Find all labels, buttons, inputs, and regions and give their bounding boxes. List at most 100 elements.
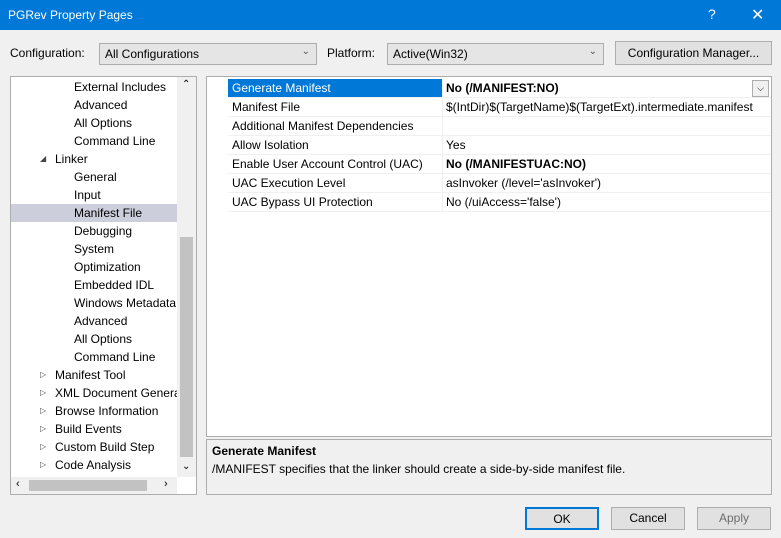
dropdown-chevron-icon[interactable]: ⌵ (752, 80, 769, 97)
expand-arrow-icon[interactable]: ▷ (40, 402, 46, 420)
tree-item[interactable]: Input (11, 186, 177, 204)
property-value[interactable]: asInvoker (/level='asInvoker') (443, 174, 771, 193)
close-button[interactable]: ✕ (751, 5, 764, 25)
tree-item[interactable]: Optimization (11, 258, 177, 276)
property-name[interactable]: UAC Bypass UI Protection (228, 193, 443, 212)
expand-arrow-icon[interactable]: ▷ (40, 420, 46, 438)
chevron-down-icon: ⌄ (301, 46, 310, 57)
tree-item-label: Advanced (74, 314, 128, 328)
row-gutter (207, 155, 228, 174)
tree-item-label: Command Line (74, 134, 156, 148)
configuration-combo[interactable]: All Configurations ⌄ (99, 43, 317, 65)
apply-button[interactable]: Apply (697, 507, 771, 530)
property-name[interactable]: UAC Execution Level (228, 174, 443, 193)
tree-item[interactable]: ▷ Manifest Tool (11, 366, 177, 384)
tree-item[interactable]: ▷ Browse Information (11, 402, 177, 420)
tree-item-label: Command Line (74, 350, 156, 364)
platform-label: Platform: (327, 46, 376, 60)
row-gutter (207, 98, 228, 117)
property-row[interactable]: Allow Isolation Yes (207, 136, 771, 155)
property-value[interactable]: No (/uiAccess='false') (443, 193, 771, 212)
scroll-left-icon[interactable]: ‹ (16, 478, 20, 490)
row-gutter (207, 193, 228, 212)
tree-item-label: External Includes (74, 80, 167, 94)
tree-item-label: Custom Build Step (55, 440, 155, 454)
tree-item[interactable]: Command Line (11, 348, 177, 366)
tree-item-label: Advanced (74, 98, 128, 112)
tree-item-label: General (74, 170, 117, 184)
property-row[interactable]: Enable User Account Control (UAC) No (/MA… (207, 155, 771, 174)
property-row[interactable]: UAC Bypass UI Protection No (/uiAccess='f… (207, 193, 771, 212)
row-gutter (207, 174, 228, 193)
row-gutter (207, 136, 228, 155)
ok-button[interactable]: OK (525, 507, 599, 530)
scroll-down-icon[interactable]: ⌄ (182, 461, 190, 472)
expand-arrow-icon[interactable]: ▷ (40, 456, 46, 474)
expand-arrow-icon[interactable]: ▷ (40, 366, 46, 384)
tree-item[interactable]: All Options (11, 330, 177, 348)
tree-item-label: Linker (55, 152, 88, 166)
tree-item-label: Input (74, 188, 101, 202)
configuration-value: All Configurations (105, 47, 200, 61)
property-value[interactable] (443, 117, 771, 136)
tree-item-label: Build Events (55, 422, 122, 436)
description-title: Generate Manifest (212, 444, 317, 458)
tree-item[interactable]: ▷ Build Events (11, 420, 177, 438)
help-button[interactable]: ? (708, 6, 716, 22)
tree-item[interactable]: ▷ XML Document Generator (11, 384, 177, 402)
chevron-down-icon: ⌄ (588, 46, 597, 57)
collapse-arrow-icon[interactable]: ◢ (40, 150, 46, 168)
description-text: /MANIFEST specifies that the linker shou… (212, 462, 626, 476)
tree-item[interactable]: ▷ Code Analysis (11, 456, 177, 474)
tree-item[interactable]: Advanced (11, 96, 177, 114)
expand-arrow-icon[interactable]: ▷ (40, 438, 46, 456)
property-name[interactable]: Manifest File (228, 98, 443, 117)
property-value[interactable]: No (/MANIFESTUAC:NO) (443, 155, 771, 174)
property-row[interactable]: Generate Manifest No (/MANIFEST:NO) ⌵ (207, 79, 771, 98)
property-value[interactable]: No (/MANIFEST:NO) (443, 79, 771, 98)
tree-item[interactable]: Advanced (11, 312, 177, 330)
property-name[interactable]: Allow Isolation (228, 136, 443, 155)
property-name[interactable]: Additional Manifest Dependencies (228, 117, 443, 136)
tree-item[interactable]: Debugging (11, 222, 177, 240)
configuration-manager-button[interactable]: Configuration Manager... (615, 41, 772, 65)
configuration-label: Configuration: (10, 46, 85, 60)
scroll-right-icon[interactable]: › (164, 478, 168, 490)
tree-item[interactable]: Embedded IDL (11, 276, 177, 294)
property-name[interactable]: Enable User Account Control (UAC) (228, 155, 443, 174)
row-gutter (207, 79, 228, 98)
tree-item-label: Windows Metadata (74, 296, 177, 310)
tree-item-label: XML Document Generator (55, 386, 177, 400)
tree-horizontal-scroll-thumb[interactable] (29, 480, 147, 491)
description-panel: Generate Manifest /MANIFEST specifies th… (206, 439, 772, 495)
cancel-button[interactable]: Cancel (611, 507, 685, 530)
property-grid[interactable]: Generate Manifest No (/MANIFEST:NO) ⌵ Manif… (206, 76, 772, 437)
property-row[interactable]: Manifest File $(IntDir)$(TargetName)$(Tar… (207, 98, 771, 117)
tree-item-label: All Options (74, 116, 133, 130)
tree-item[interactable]: All Options (11, 114, 177, 132)
tree-item[interactable]: ◢ Linker (11, 150, 177, 168)
tree-item[interactable]: Windows Metadata (11, 294, 177, 312)
property-value[interactable]: Yes (443, 136, 771, 155)
tree-vertical-scroll-thumb[interactable] (180, 237, 193, 457)
property-row[interactable]: UAC Execution Level asInvoker (/level='as… (207, 174, 771, 193)
tree-item-label: Manifest File (74, 206, 143, 220)
property-row[interactable]: Additional Manifest Dependencies (207, 117, 771, 136)
tree-item[interactable]: General (11, 168, 177, 186)
scroll-up-icon[interactable]: ⌃ (182, 79, 190, 90)
property-value[interactable]: $(IntDir)$(TargetName)$(TargetExt).inter… (443, 98, 771, 117)
tree-item[interactable]: Command Line (11, 132, 177, 150)
tree-item-label: Debugging (74, 224, 133, 238)
tree-item-label: Optimization (74, 260, 141, 274)
window-title: PGRev Property Pages (8, 8, 133, 22)
platform-combo[interactable]: Active(Win32) ⌄ (387, 43, 604, 65)
expand-arrow-icon[interactable]: ▷ (40, 384, 46, 402)
tree-item-label: System (74, 242, 115, 256)
tree-item[interactable]: External Includes (11, 78, 177, 96)
tree-item[interactable]: Manifest File (11, 204, 177, 222)
tree-item[interactable]: ▷ Custom Build Step (11, 438, 177, 456)
tree-item[interactable]: System (11, 240, 177, 258)
tree-item-label: Embedded IDL (74, 278, 155, 292)
category-tree[interactable]: External Includes Advanced All Options Comm… (10, 76, 197, 495)
property-name[interactable]: Generate Manifest (228, 79, 443, 98)
